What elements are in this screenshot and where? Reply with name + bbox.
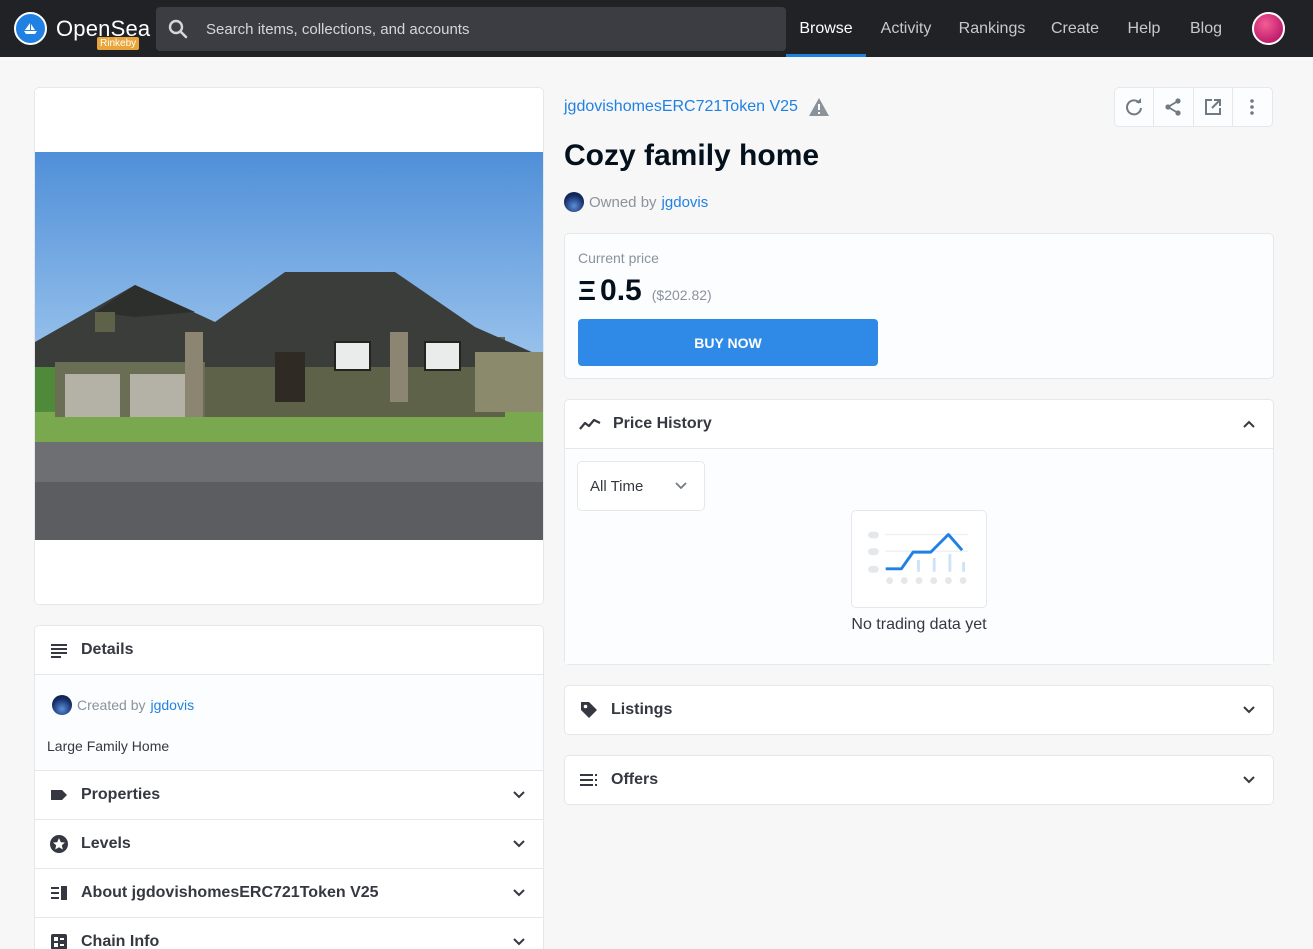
- nav-link-browse[interactable]: Browse: [786, 0, 866, 57]
- search-bar: [156, 7, 786, 51]
- trend-line-icon: [579, 418, 601, 430]
- owner-link[interactable]: jgdovis: [662, 194, 709, 211]
- price-history-panel: Price History All Time No trading data y…: [564, 399, 1274, 665]
- price-card: Current price Ξ 0.5 ($202.82) BUY NOW: [564, 233, 1274, 379]
- asset-image-card: [34, 87, 544, 605]
- chevron-down-icon: [513, 840, 525, 848]
- offers-header[interactable]: Offers: [565, 756, 1273, 804]
- share-button[interactable]: [1154, 88, 1194, 126]
- accordion-levels[interactable]: Levels: [35, 820, 543, 869]
- network-badge: Rinkeby: [97, 37, 140, 50]
- price-row: Ξ 0.5 ($202.82): [578, 274, 712, 308]
- search-icon: [168, 19, 188, 39]
- listings-panel: Listings: [564, 685, 1274, 735]
- collection-info-icon: [51, 886, 67, 900]
- warning-icon[interactable]: [808, 97, 830, 117]
- created-by-label: Created by: [77, 697, 146, 713]
- top-navbar: OpenSea Rinkeby Browse Activity Rankings…: [0, 0, 1313, 57]
- nav-link-create[interactable]: Create: [1044, 0, 1106, 57]
- properties-title: Properties: [81, 786, 161, 803]
- accordion-about[interactable]: About jgdovishomesERC721Token V25: [35, 869, 543, 918]
- no-trading-data-text: No trading data yet: [851, 616, 987, 633]
- price-value: 0.5: [600, 274, 642, 307]
- list-icon: [51, 644, 67, 658]
- empty-chart-illustration: [851, 510, 987, 608]
- chevron-down-icon: [1243, 706, 1255, 714]
- current-price-label: Current price: [578, 250, 659, 266]
- owner-avatar[interactable]: [564, 192, 584, 212]
- price-tag-icon: [581, 702, 597, 718]
- chain-info-title: Chain Info: [81, 933, 160, 949]
- tag-icon: [51, 790, 67, 800]
- asset-toolbar: [1114, 87, 1273, 127]
- external-link-icon: [1204, 99, 1221, 115]
- about-title: About jgdovishomesERC721Token V25: [81, 884, 379, 901]
- price-history-body: All Time No trading data yet: [565, 449, 1273, 664]
- time-range-value: All Time: [590, 477, 644, 495]
- owned-by-row: Owned by jgdovis: [564, 192, 708, 212]
- asset-title: Cozy family home: [564, 139, 820, 172]
- price-usd: ($202.82): [651, 287, 712, 303]
- owned-by-label: Owned by: [589, 193, 657, 211]
- creator-avatar[interactable]: [52, 695, 72, 715]
- price-history-header[interactable]: Price History: [565, 400, 1273, 449]
- share-icon: [1165, 98, 1181, 116]
- listings-header[interactable]: Listings: [565, 686, 1273, 734]
- chevron-down-icon: [1243, 776, 1255, 784]
- levels-title: Levels: [81, 835, 131, 852]
- search-input[interactable]: [206, 7, 766, 51]
- empty-chart-icon: [868, 531, 968, 584]
- refresh-icon: [1126, 98, 1143, 116]
- created-by-row: Created by jgdovis: [52, 695, 194, 715]
- buy-now-button[interactable]: BUY NOW: [578, 319, 878, 366]
- nav-link-rankings[interactable]: Rankings: [950, 0, 1034, 57]
- star-circle-icon: [50, 835, 68, 853]
- offers-panel: Offers: [564, 755, 1274, 805]
- time-range-select[interactable]: All Time: [577, 461, 705, 511]
- more-icon: [1250, 99, 1255, 115]
- eth-icon: Ξ: [578, 275, 597, 306]
- price-history-title: Price History: [613, 415, 712, 432]
- offers-list-icon: [580, 774, 597, 786]
- house-image[interactable]: [35, 152, 543, 540]
- chevron-down-icon: [513, 938, 525, 946]
- asset-description: Large Family Home: [47, 738, 170, 754]
- chevron-down-icon: [513, 889, 525, 897]
- listings-title: Listings: [611, 701, 673, 718]
- chevron-up-icon: [1243, 420, 1255, 428]
- account-avatar[interactable]: [1252, 12, 1285, 45]
- collection-row: jgdovishomesERC721Token V25: [564, 97, 830, 117]
- nav-link-blog[interactable]: Blog: [1180, 0, 1232, 57]
- opensea-logo-icon[interactable]: [14, 12, 47, 45]
- accordion-properties[interactable]: Properties: [35, 771, 543, 820]
- collection-link[interactable]: jgdovishomesERC721Token V25: [564, 98, 798, 116]
- chain-info-icon: [51, 934, 67, 949]
- accordion-chain-info[interactable]: Chain Info: [35, 918, 543, 949]
- refresh-button[interactable]: [1115, 88, 1155, 126]
- details-header[interactable]: Details: [35, 626, 543, 675]
- open-external-button[interactable]: [1194, 88, 1233, 126]
- nav-link-help[interactable]: Help: [1118, 0, 1170, 57]
- offers-title: Offers: [611, 771, 659, 788]
- details-body: Created by jgdovis Large Family Home: [35, 675, 543, 771]
- chevron-down-icon: [513, 791, 525, 799]
- chevron-down-icon: [675, 482, 687, 490]
- more-options-button[interactable]: [1233, 88, 1272, 126]
- details-title: Details: [81, 641, 134, 658]
- creator-link[interactable]: jgdovis: [150, 697, 194, 713]
- nav-link-activity[interactable]: Activity: [870, 0, 942, 57]
- details-panel: Details Created by jgdovis Large Family …: [34, 625, 544, 949]
